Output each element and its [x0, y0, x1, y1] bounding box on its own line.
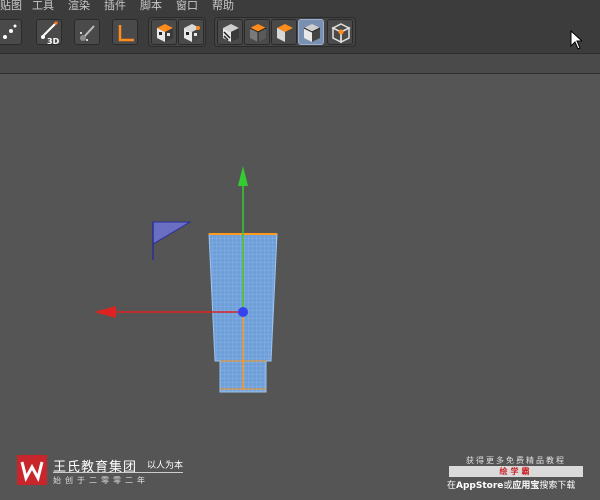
y-axis-arrow-icon[interactable] [238, 166, 248, 186]
display-lines-cube-icon [223, 24, 239, 42]
menu-item-plugins[interactable]: 插件 [104, 0, 126, 11]
paint-tool-button[interactable] [0, 19, 22, 45]
brand-logo [17, 455, 47, 485]
brand-divider [53, 472, 183, 473]
menu-item-help[interactable]: 帮助 [212, 0, 234, 11]
promo-download-text: 在AppStore或应用宝搜索下载 [447, 481, 576, 491]
status-line [0, 53, 600, 74]
display-isoparm-button[interactable] [298, 19, 324, 45]
display-points-cube-icon [331, 23, 351, 44]
manipulator-center[interactable] [238, 307, 248, 317]
brand-slogan: 以人为本 [147, 461, 184, 471]
sculpt-brush-icon [80, 25, 95, 41]
menu-item-texture[interactable]: 贴图 [0, 0, 22, 11]
toolbar: 3D [0, 11, 600, 53]
sculpt-brush-button[interactable] [74, 19, 100, 45]
viewport-3d[interactable] [0, 74, 600, 500]
promo-headline: 获得更多免费精品教程 [466, 456, 566, 465]
menu-item-window[interactable]: 窗口 [176, 0, 198, 11]
checker-cube-button[interactable] [151, 19, 177, 45]
display-lines-button[interactable] [217, 19, 243, 45]
display-isoparm-cube-icon [303, 24, 321, 42]
paint-3d-button[interactable]: 3D [36, 19, 62, 46]
display-shaded-cube-icon [249, 24, 267, 42]
brand-subtitle: 始创于二零零二年 [53, 476, 149, 485]
display-orange-cube-icon [277, 24, 293, 42]
display-points-button[interactable] [327, 19, 353, 45]
mouse-cursor-icon [570, 30, 582, 50]
paint-3d-icon: 3D [41, 20, 60, 46]
display-shaded-button[interactable] [244, 19, 270, 45]
menu-item-tools[interactable]: 工具 [32, 0, 54, 11]
camera-frustum-icon [152, 221, 192, 260]
display-orange-button[interactable] [271, 19, 297, 45]
paint-3d-label: 3D [47, 37, 60, 46]
menu-item-render[interactable]: 渲染 [68, 0, 90, 11]
checker-cube-outline-icon [184, 24, 200, 42]
world-axis-button[interactable] [112, 19, 138, 45]
paint-tool-icon [3, 24, 17, 39]
promo-app-name: 绘学霸 [449, 466, 583, 477]
checker-cube-outline-button[interactable] [178, 19, 204, 45]
world-axis-icon [118, 25, 134, 42]
checker-cube-icon [157, 24, 173, 42]
x-axis-arrow-icon[interactable] [94, 306, 116, 318]
menu-bar: 贴图 工具 渲染 插件 脚本 窗口 帮助 [0, 0, 600, 11]
menu-item-script[interactable]: 脚本 [140, 0, 162, 11]
